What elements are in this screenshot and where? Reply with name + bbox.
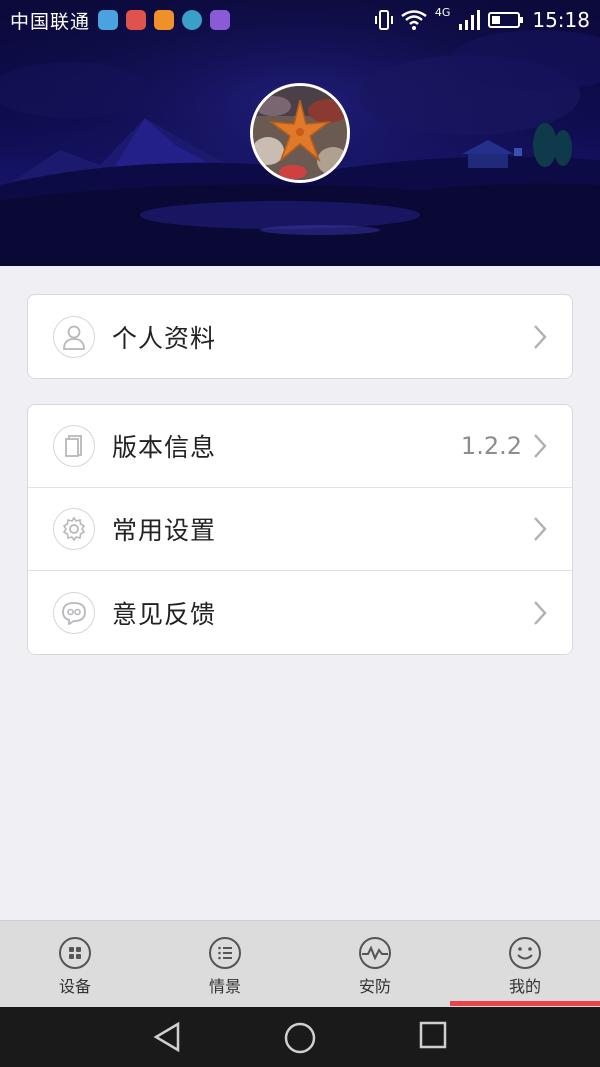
personal-info-card: 个人资料 xyxy=(27,294,573,379)
personal-info-label: 个人资料 xyxy=(112,323,217,353)
common-settings-row[interactable]: 常用设置 xyxy=(28,488,572,571)
tab-label: 设备 xyxy=(58,977,91,996)
vibrate-icon xyxy=(374,10,393,30)
avatar[interactable] xyxy=(250,83,350,183)
carrier-name: 中国联通 xyxy=(10,10,91,33)
version-number: 1.2.2 xyxy=(460,432,522,460)
app-notification-icon xyxy=(182,10,203,30)
app-notification-icon xyxy=(154,10,175,30)
version-info-row[interactable]: 版本信息 1.2.2 xyxy=(28,405,572,488)
bottom-tab-bar: 设备 情景 安防 我的 xyxy=(0,920,600,1007)
mail-notification-icon xyxy=(126,10,147,30)
profile-banner: 中国联通 4G 15:18 xyxy=(0,0,600,266)
recent-apps-icon[interactable] xyxy=(419,1021,447,1049)
chevron-right-icon xyxy=(534,517,547,541)
chevron-right-icon xyxy=(534,434,547,458)
version-info-label: 版本信息 xyxy=(112,433,217,462)
starfish-photo-icon xyxy=(253,86,347,180)
tab-label: 情景 xyxy=(208,977,241,996)
wifi-icon xyxy=(401,10,427,30)
app-notification-icon xyxy=(98,10,119,30)
tab-label: 安防 xyxy=(358,977,391,996)
security-pulse-icon xyxy=(359,937,391,969)
chat-bubble-icon xyxy=(53,591,95,634)
tab-label: 我的 xyxy=(508,977,541,996)
system-navigation-bar xyxy=(0,1007,600,1067)
clock: 15:18 xyxy=(532,8,590,32)
tab-mine[interactable]: 我的 xyxy=(450,921,600,1007)
feedback-row[interactable]: 意见反馈 xyxy=(28,571,572,654)
tab-device[interactable]: 设备 xyxy=(0,921,150,1007)
settings-card: 版本信息 1.2.2 常用设置 意见反馈 xyxy=(27,404,573,655)
chevron-right-icon xyxy=(534,324,547,349)
battery-icon xyxy=(488,12,524,28)
user-icon xyxy=(53,315,95,358)
tab-security[interactable]: 安防 xyxy=(300,921,450,1007)
common-settings-label: 常用设置 xyxy=(112,516,217,545)
home-icon[interactable] xyxy=(283,1021,317,1055)
tab-scene[interactable]: 情景 xyxy=(150,921,300,1007)
chevron-right-icon xyxy=(534,600,547,625)
personal-info-row[interactable]: 个人资料 xyxy=(28,295,572,378)
signal-icon xyxy=(459,10,481,30)
active-tab-indicator xyxy=(450,1001,600,1006)
device-grid-icon xyxy=(59,937,91,969)
feedback-label: 意见反馈 xyxy=(112,599,217,629)
back-icon[interactable] xyxy=(152,1021,182,1053)
scene-list-icon xyxy=(209,937,241,969)
smiley-icon xyxy=(509,937,541,969)
network-type: 4G xyxy=(434,5,451,19)
gear-icon xyxy=(53,508,95,550)
gallery-notification-icon xyxy=(210,10,231,30)
document-icon xyxy=(53,425,95,467)
status-bar: 中国联通 4G 15:18 xyxy=(0,0,600,40)
